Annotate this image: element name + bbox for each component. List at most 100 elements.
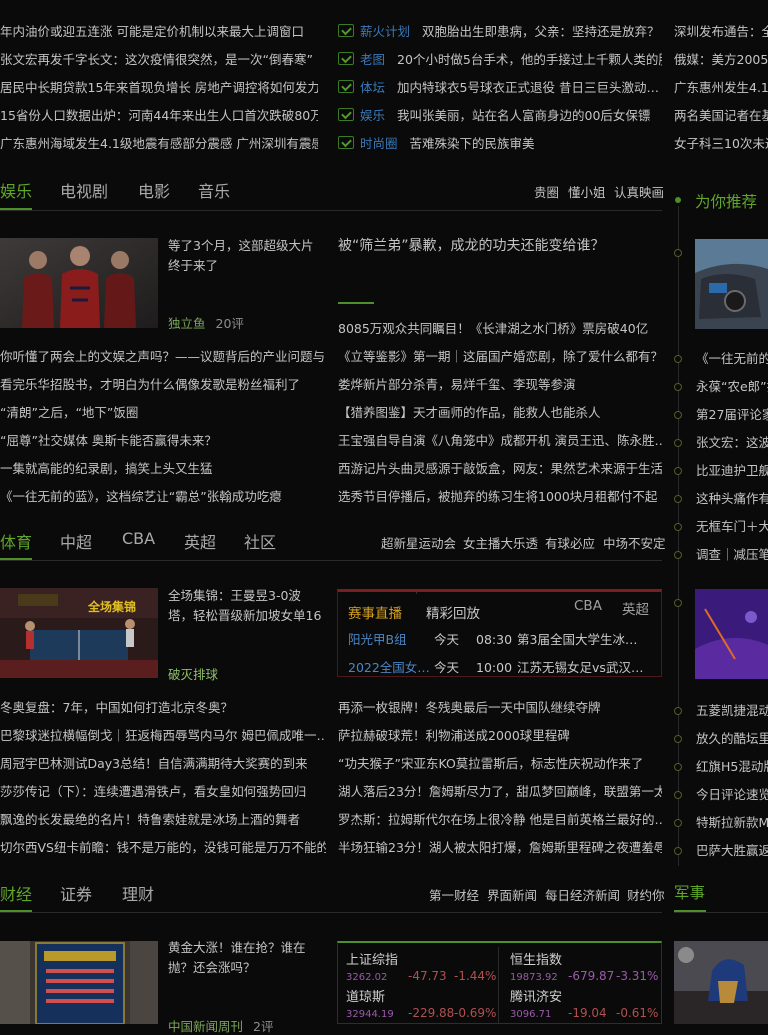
tab-cba[interactable]: CBA (122, 529, 155, 548)
sports-link-3[interactable]: 中场不安定 (603, 533, 666, 552)
sports-feature-image[interactable]: 全场集锦 (0, 588, 158, 678)
recommend-item[interactable]: 调查｜减压笔 (696, 546, 768, 564)
ent-headline[interactable]: 被“筛兰弟”暴歉，成龙的功夫还能变给谁？ (338, 237, 662, 255)
news-category[interactable]: 体坛 (360, 80, 385, 95)
news-link[interactable]: 两名美国记者在基 (674, 107, 768, 125)
news-link[interactable]: 罗杰斯：拉姆斯代尔在场上很冷静 他是目前英格兰最好的… (338, 811, 662, 829)
sports-link-0[interactable]: 超新星运动会 (381, 533, 456, 552)
tab-epl[interactable]: 英超 (184, 529, 216, 553)
news-row[interactable]: 体坛 加内特球衣5号球衣正式退役 昔日三巨头激动… (338, 79, 662, 97)
news-link[interactable]: 王宝强自导自演《八角笼中》成都开机 演员王迅、陈永胜… (338, 432, 662, 450)
news-row[interactable]: 薪火计划 双胞胎出生即患病，父亲：坚持还是放弃？ (338, 23, 662, 41)
news-link[interactable]: 深圳发布通告：全 (674, 23, 768, 41)
news-link[interactable]: 巴黎球迷拉横幅倒戈｜狂返梅西辱骂内马尔 姆巴佩成唯一… (0, 727, 326, 745)
news-link[interactable]: 张文宏再发千字长文：这次疫情很突然，是一次“倒春寒” (0, 51, 318, 69)
military-thumb[interactable] (674, 941, 768, 1024)
news-link[interactable]: 莎莎传记（下）：连续遭遇滑铁卢，看女皇如何强势回归 (0, 783, 326, 801)
recommend-item[interactable]: 红旗H5混动版 (696, 758, 768, 776)
news-link[interactable]: 切尔西VS纽卡前瞻：钱不是万能的，没钱可能是万万不能的 (0, 839, 326, 857)
tab-csl[interactable]: 中超 (60, 529, 92, 553)
news-link[interactable]: 选秀节目停播后，被抛弃的练习生将1000块月租都付不起 (338, 488, 662, 506)
recommend-item[interactable]: 《一往无前的蓝 (696, 350, 768, 368)
finance-link-3[interactable]: 财约你 (627, 885, 665, 904)
news-link[interactable]: “清朗”之后，“地下”饭圈 (0, 404, 326, 422)
military-title[interactable]: 军事 (674, 881, 705, 903)
finance-link-0[interactable]: 第一财经 (429, 885, 479, 904)
news-link[interactable]: 看完乐华招股书，才明白为什么偶像发歌是粉丝福利了 (0, 376, 326, 394)
index-name[interactable]: 上证综指 (346, 949, 398, 968)
recommend-item[interactable]: 五菱凯捷混动 (696, 702, 768, 720)
index-name[interactable]: 恒生指数 (510, 949, 562, 968)
news-link[interactable]: 居民中长期贷款15年来首现负增长 房地产调控将如何发力 (0, 79, 318, 97)
news-link[interactable]: 你听懂了两会上的文娱之声吗？——议题背后的产业问题与… (0, 348, 326, 366)
news-link[interactable]: 萨拉赫破球荒！利物浦送成2000球里程碑 (338, 727, 662, 745)
recommend-item[interactable]: 永葆“农e郎”打 (696, 378, 768, 396)
sports-feature-title[interactable]: 全场集锦：王曼昱3-0波塔，轻松晋级新加坡女单16强 (168, 586, 322, 626)
live-row[interactable]: 2022全国女… 今天 10:00 江苏无锡女足vs武汉… (348, 657, 654, 676)
tab-movie[interactable]: 电影 (138, 178, 170, 202)
tab-tv[interactable]: 电视剧 (60, 178, 108, 202)
finance-feature-title[interactable]: 黄金大涨！谁在抢？谁在抛？还会涨吗？ (168, 938, 324, 978)
news-link[interactable]: 《一往无前的蓝》，这档综艺让“霸总”张翰成功吃瘪 (0, 488, 326, 506)
news-row[interactable]: 老图 20个小时做5台手术，他的手接过上千颗人类的肺 (338, 51, 662, 69)
recommend-item[interactable]: 第27届评论家 (696, 406, 768, 424)
news-link[interactable]: 广东惠州发生4.1 (674, 79, 768, 97)
source-label[interactable]: 中国新闻周刊 (168, 1019, 243, 1034)
finance-link-2[interactable]: 每日经济新闻 (545, 885, 620, 904)
news-title[interactable]: 苦难殊染下的民族审美 (410, 136, 535, 151)
source-label[interactable]: 破灭排球 (168, 667, 218, 682)
recommend-item[interactable]: 无框车门＋大 (696, 518, 768, 536)
tab-sports[interactable]: 体育 (0, 529, 32, 553)
recommend-item[interactable]: 这种头痛作有 (696, 490, 768, 508)
news-title[interactable]: 我叫张美丽，站在名人富商身边的00后女保镖 (397, 108, 650, 123)
tab-music[interactable]: 音乐 (198, 178, 230, 202)
news-category[interactable]: 老图 (360, 52, 385, 67)
news-link[interactable]: 冬奥复盘：7年，中国如何打造北京冬奥？ (0, 699, 326, 717)
index-name[interactable]: 道琼斯 (346, 986, 385, 1005)
news-link[interactable]: 女子科三10次未过 (674, 135, 768, 153)
live-tab-cba[interactable]: CBA (574, 598, 602, 614)
news-link[interactable]: 俄媒：美方2005年 (674, 51, 768, 69)
live-tab-epl[interactable]: 英超 (622, 598, 649, 618)
comment-count[interactable]: 2评 (253, 1019, 273, 1034)
tab-securities[interactable]: 证券 (60, 881, 92, 905)
news-link[interactable]: 《立等鉴影》第一期｜这届国产婚恋剧，除了爱什么都有？ (338, 348, 662, 366)
tab-wealth[interactable]: 理财 (122, 881, 154, 905)
recommend-thumb-purple[interactable] (695, 589, 768, 679)
finance-feature-image[interactable] (0, 941, 158, 1024)
tab-entertainment[interactable]: 娱乐 (0, 178, 32, 202)
recommend-item[interactable]: 放久的酷坛里 (696, 730, 768, 748)
comment-count[interactable]: 20评 (216, 316, 244, 331)
recommend-item[interactable]: 今日评论速览 (696, 786, 768, 804)
recommend-thumb-car[interactable] (695, 239, 768, 329)
news-link[interactable]: 广东惠州海域发生4.1级地震有感部分震感 广州深圳有震感 (0, 135, 318, 153)
news-title[interactable]: 双胞胎出生即患病，父亲：坚持还是放弃？ (422, 24, 660, 39)
ent-link-dongxiaojie[interactable]: 懂小姐 (568, 182, 606, 201)
news-link[interactable]: 15省份人口数据出炉：河南44年来出生人口首次跌破80万 (0, 107, 318, 125)
ent-link-guiquan[interactable]: 贵圈 (534, 182, 559, 201)
index-name[interactable]: 腾讯济安 (510, 986, 562, 1005)
news-link[interactable]: 娄烨新片部分杀青，易烊千玺、李现等参演 (338, 376, 662, 394)
sports-link-2[interactable]: 有球必应 (545, 533, 595, 552)
news-row[interactable]: 时尚圈 苦难殊染下的民族审美 (338, 135, 662, 153)
news-link[interactable]: 飘逸的长发最绝的名片！特鲁索娃就是冰场上酒的舞者 (0, 811, 326, 829)
news-link[interactable]: “功夫猴子”宋亚东KO莫拉雷斯后，标志性庆祝动作来了 (338, 755, 662, 773)
news-link[interactable]: 【猎养图鉴】天才画师的作品，能救人也能杀人 (338, 404, 662, 422)
sports-link-1[interactable]: 女主播大乐透 (463, 533, 538, 552)
news-link[interactable]: 再添一枚银牌！冬残奥最后一天中国队继续夺牌 (338, 699, 662, 717)
news-link[interactable]: 半场狂输23分！湖人被太阳打爆，詹姆斯里程碑之夜遭羞辱 (338, 839, 662, 857)
news-title[interactable]: 20个小时做5台手术，他的手接过上千颗人类的肺 (397, 52, 662, 67)
finance-link-1[interactable]: 界面新闻 (487, 885, 537, 904)
news-category[interactable]: 薪火计划 (360, 24, 410, 39)
ent-feature-image[interactable] (0, 238, 158, 328)
news-link[interactable]: 周冠宇巴林测试Day3总结！自信满满期待大奖赛的到来 (0, 755, 326, 773)
tab-finance[interactable]: 财经 (0, 881, 32, 905)
ent-feature-title[interactable]: 等了3个月，这部超级大片终于来了 (168, 236, 322, 276)
recommend-item[interactable]: 比亚迪护卫舰 (696, 462, 768, 480)
news-category[interactable]: 娱乐 (360, 108, 385, 123)
news-link[interactable]: 年内油价或迎五连涨 可能是定价机制以来最大上调窗口 (0, 23, 318, 41)
news-link[interactable]: 8085万观众共同瞩目！《长津湖之水门桥》票房破40亿 (338, 320, 662, 338)
recommend-item[interactable]: 巴萨大胜赢返 (696, 842, 768, 860)
ent-link-renzhen[interactable]: 认真映画 (614, 182, 664, 201)
recommend-item[interactable]: 特斯拉新款Mo (696, 814, 768, 832)
